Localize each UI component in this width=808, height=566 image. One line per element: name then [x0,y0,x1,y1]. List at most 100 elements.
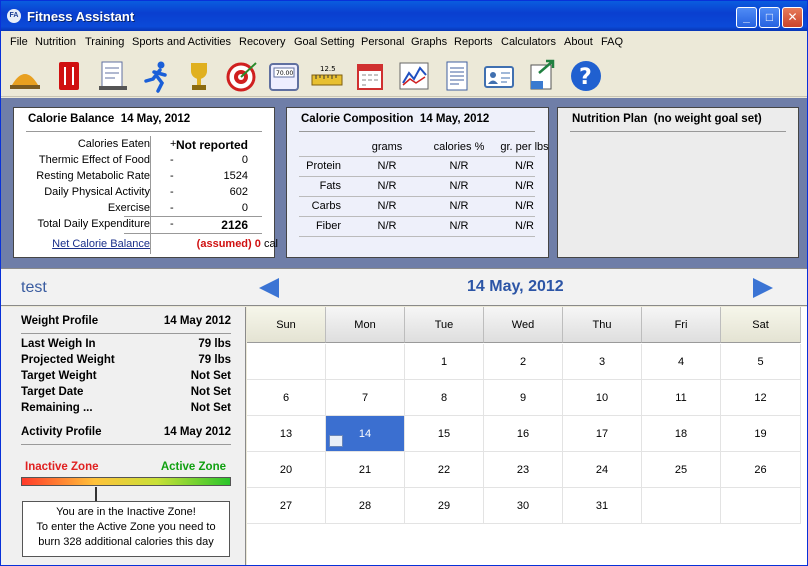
calendar-day[interactable]: 22 [405,452,484,488]
composition-value: N/R [377,220,397,232]
calendar-day[interactable]: 9 [484,380,563,416]
menu-graphs[interactable]: Graphs [411,36,447,48]
food-dome-icon[interactable] [8,59,42,93]
minimize-button[interactable]: _ [736,7,757,28]
calendar-day [721,488,801,524]
composition-value: N/R [515,160,534,172]
calorie-balance-row: Calories Eaten + Not reported [26,138,272,154]
menu-sports-and-activities[interactable]: Sports and Activities [132,36,231,48]
report-icon[interactable] [440,59,474,93]
composition-row-label: Fats [319,180,341,192]
calendar-icon[interactable] [353,59,387,93]
tape-measure-icon[interactable]: 12.5 [310,59,344,93]
calendar-day[interactable]: 24 [563,452,642,488]
menu-personal[interactable]: Personal [361,36,404,48]
calendar-day[interactable]: 15 [405,416,484,452]
calendar-day[interactable]: 30 [484,488,563,524]
calendar-day[interactable]: 8 [405,380,484,416]
svg-text:12.5: 12.5 [320,65,336,73]
composition-value: N/R [449,200,469,212]
calendar-day[interactable]: 16 [484,416,563,452]
calorie-balance-row: Resting Metabolic Rate - 1524 [26,170,272,186]
toolbar: 70.00 12.5? [1,55,807,97]
day-note-icon[interactable] [329,435,343,447]
calendar-day[interactable]: 1 [405,344,484,380]
day-header-sun: Sun [247,307,326,343]
date-navigation-bar: test 14 May, 2012 [1,268,807,306]
previous-day-arrow-icon[interactable] [259,278,279,298]
weight-profile-row: Projected Weight 79 lbs [21,354,231,366]
menu-training[interactable]: Training [85,36,124,48]
trophy-icon[interactable] [182,59,216,93]
calendar-day[interactable]: 26 [721,452,801,488]
calendar-day[interactable]: 28 [326,488,405,524]
calendar-day[interactable]: 27 [247,488,326,524]
calendar-day[interactable]: 4 [642,344,721,380]
calendar-day[interactable]: 20 [247,452,326,488]
row-label: Calories Eaten [77,138,150,150]
calendar-day[interactable]: 5 [721,344,801,380]
window-title: Fitness Assistant [27,9,135,24]
next-day-arrow-icon[interactable] [753,278,773,298]
calendar-day[interactable]: 3 [563,344,642,380]
target-icon[interactable] [224,59,258,93]
menu-file[interactable]: File [10,36,28,48]
runner-icon[interactable] [140,59,174,93]
menu-book-icon[interactable] [52,59,86,93]
row-label: Thermic Effect of Food [38,154,150,166]
calorie-balance-title: Calorie Balance 14 May, 2012 [28,113,191,125]
row-label: Daily Physical Activity [44,186,150,198]
calendar-day[interactable]: 25 [642,452,721,488]
calorie-balance-panel: Calorie Balance 14 May, 2012 Calories Ea… [13,107,278,258]
row-operator: - [170,154,174,166]
row-operator: - [170,170,174,182]
calendar-day[interactable]: 2 [484,344,563,380]
calendar-day[interactable]: 11 [642,380,721,416]
calendar-day[interactable]: 10 [563,380,642,416]
calendar-day[interactable]: 13 [247,416,326,452]
menu-nutrition[interactable]: Nutrition [35,36,76,48]
calendar-day[interactable]: 6 [247,380,326,416]
composition-value: N/R [515,200,534,212]
calendar-day[interactable]: 21 [326,452,405,488]
menu-bar: File Nutrition Training Sports and Activiti… [1,32,807,54]
calendar-day[interactable]: 7 [326,380,405,416]
calendar-day[interactable]: 18 [642,416,721,452]
activity-zone-bar [21,477,231,486]
calendar-day[interactable]: 31 [563,488,642,524]
menu-recovery[interactable]: Recovery [239,36,285,48]
day-header-wed: Wed [484,307,563,343]
menu-faq[interactable]: FAQ [601,36,623,48]
title-bar[interactable]: FA Fitness Assistant _ □ ✕ [1,1,807,31]
row-operator: - [170,202,174,214]
net-calorie-value: (assumed) 0 [196,238,261,250]
calendar-day[interactable]: 19 [721,416,801,452]
maximize-button[interactable]: □ [759,7,780,28]
calendar-day [642,488,721,524]
profile-card-icon[interactable] [482,59,516,93]
calendar-day[interactable]: 23 [484,452,563,488]
row-value: 0 [241,202,248,214]
line-graph-icon[interactable] [397,59,431,93]
scale-icon[interactable]: 70.00 [267,59,301,93]
export-icon[interactable] [525,59,559,93]
menu-about[interactable]: About [564,36,593,48]
activity-profile-header: Activity Profile 14 May 2012 [21,426,231,438]
menu-goal-setting[interactable]: Goal Setting [294,36,355,48]
help-icon[interactable]: ? [569,59,603,93]
weight-profile-header: Weight Profile 14 May 2012 [21,315,231,327]
app-icon: FA [7,9,21,23]
calendar-day[interactable]: 12 [721,380,801,416]
menu-reports[interactable]: Reports [454,36,493,48]
net-calorie-balance-link[interactable]: Net Calorie Balance [52,238,150,250]
day-header-tue: Tue [405,307,484,343]
workout-log-icon[interactable] [96,59,130,93]
calendar-day[interactable]: 17 [563,416,642,452]
weight-profile-row: Target Weight Not Set [21,370,231,382]
close-button[interactable]: ✕ [782,7,803,28]
row-value: 1524 [223,170,248,182]
menu-calculators[interactable]: Calculators [501,36,556,48]
day-header-sat: Sat [721,307,801,343]
inactive-zone-label: Inactive Zone [25,461,99,473]
calendar-day[interactable]: 29 [405,488,484,524]
